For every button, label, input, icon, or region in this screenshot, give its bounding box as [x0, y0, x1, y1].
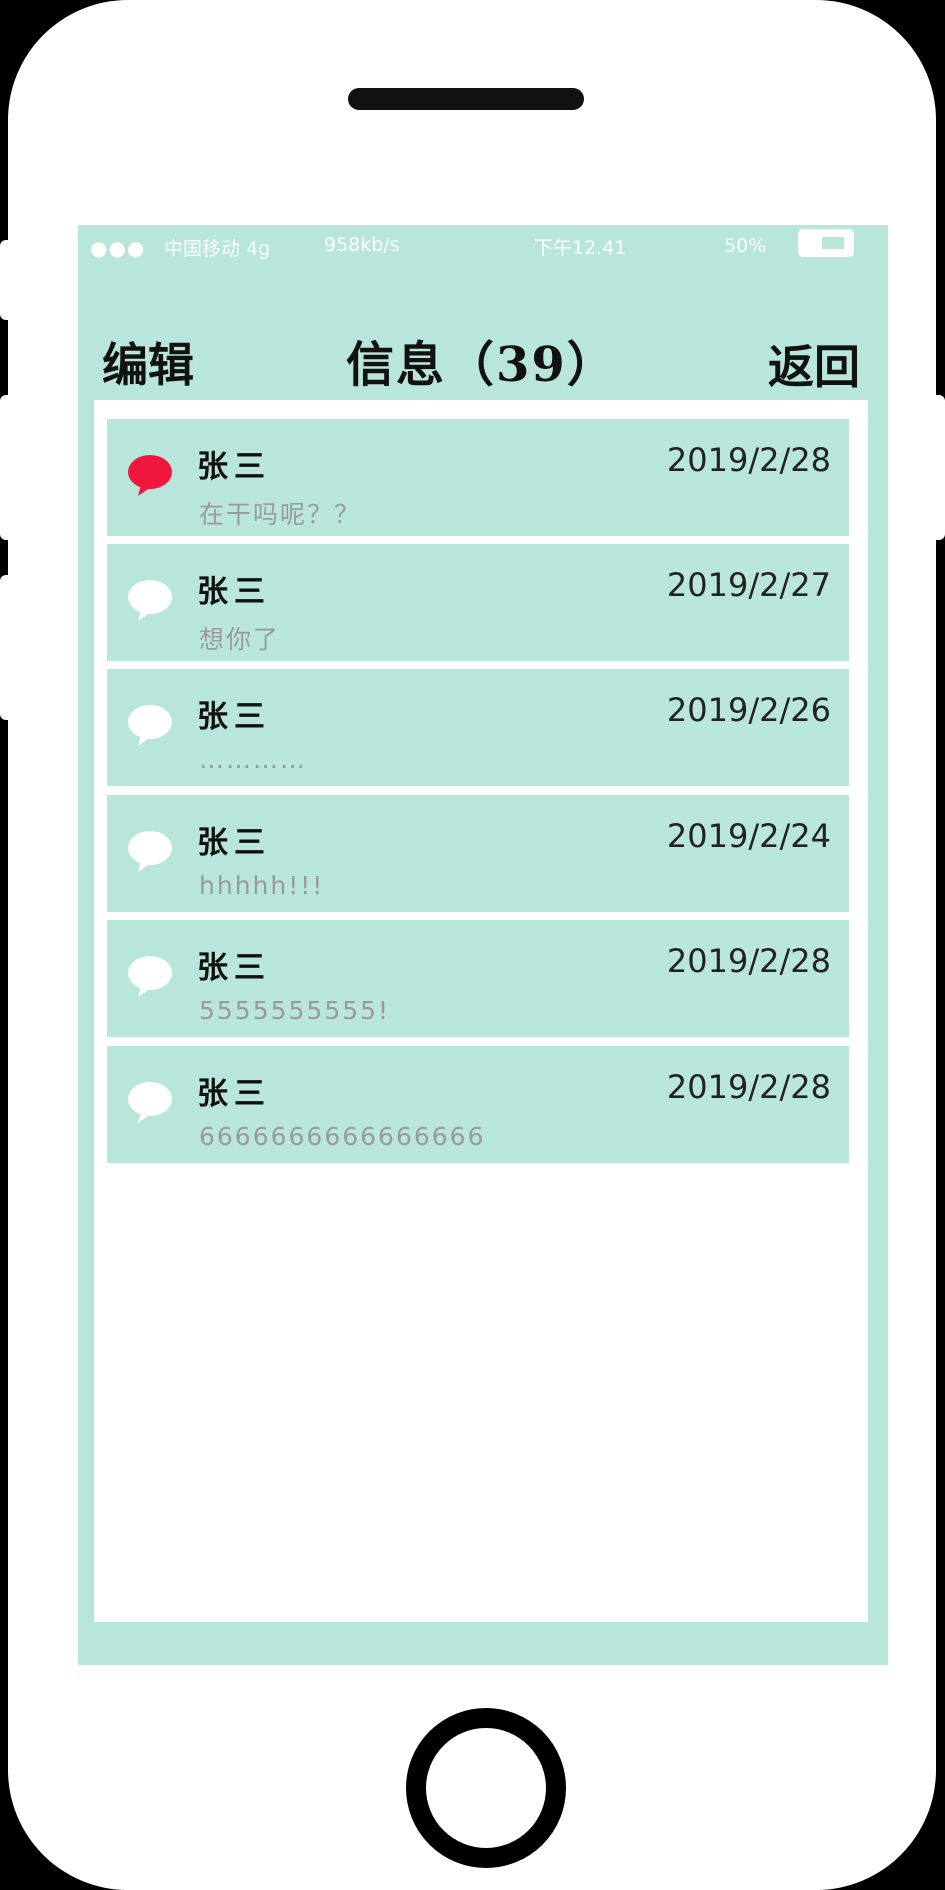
sender-name: 张三	[197, 950, 271, 986]
phone-frame: ●●● 中国移动 4g 958kb/s 下午12.41 50% 编辑 信息（39…	[8, 0, 936, 1890]
message-date: 2019/2/27	[666, 566, 831, 604]
message-date: 2019/2/28	[666, 441, 831, 479]
sender-name: 张三	[197, 449, 271, 485]
side-button-volume-up	[0, 395, 20, 540]
back-button[interactable]: 返回	[768, 331, 860, 397]
speech-bubble-icon	[128, 455, 172, 496]
battery-icon	[798, 229, 854, 257]
signal-dots: ●●●	[90, 236, 146, 260]
message-item[interactable]: 张三 2019/2/27 想你了	[107, 544, 849, 661]
message-preview: 想你了	[199, 625, 281, 654]
speaker-slot	[348, 88, 584, 110]
sender-name: 张三	[197, 1076, 271, 1112]
speech-bubble-icon	[128, 580, 172, 621]
sender-name: 张三	[197, 574, 271, 610]
side-button-power	[925, 395, 945, 540]
carrier-label: 中国移动 4g	[164, 238, 271, 260]
side-button-mute	[0, 240, 20, 320]
message-date: 2019/2/26	[666, 691, 831, 729]
status-time: 下午12.41	[534, 237, 627, 259]
message-preview: 5555555555!	[199, 996, 391, 1025]
screen: ●●● 中国移动 4g 958kb/s 下午12.41 50% 编辑 信息（39…	[78, 225, 888, 1665]
message-preview: …………	[199, 745, 307, 774]
message-list: 张三 2019/2/28 在干吗呢？？ 张三 2019/2/27 想你了 张三	[94, 400, 868, 1622]
header: 编辑 信息（39） 返回	[78, 315, 888, 395]
edit-button[interactable]: 编辑	[102, 329, 194, 395]
home-button[interactable]	[406, 1708, 566, 1868]
message-preview: 6666666666666666	[199, 1122, 486, 1151]
message-preview: hhhhh!!!	[199, 871, 325, 900]
message-date: 2019/2/24	[666, 817, 831, 855]
speech-bubble-icon	[128, 956, 172, 997]
status-bar: ●●● 中国移动 4g 958kb/s 下午12.41 50%	[78, 225, 888, 269]
message-date: 2019/2/28	[666, 942, 831, 980]
message-date: 2019/2/28	[666, 1068, 831, 1106]
sender-name: 张三	[197, 699, 271, 735]
network-speed: 958kb/s	[324, 234, 400, 256]
speech-bubble-icon	[128, 705, 172, 746]
speech-bubble-icon	[128, 1082, 172, 1123]
message-item[interactable]: 张三 2019/2/28 5555555555!	[107, 920, 849, 1037]
side-button-volume-down	[0, 575, 20, 720]
speech-bubble-icon	[128, 831, 172, 872]
message-item[interactable]: 张三 2019/2/28 在干吗呢？？	[107, 419, 849, 536]
message-preview: 在干吗呢？？	[199, 500, 362, 529]
message-item[interactable]: 张三 2019/2/24 hhhhh!!!	[107, 795, 849, 912]
message-item[interactable]: 张三 2019/2/26 …………	[107, 669, 849, 786]
page-title: 信息（39）	[346, 337, 617, 393]
battery-percent: 50%	[724, 235, 767, 257]
message-item[interactable]: 张三 2019/2/28 6666666666666666	[107, 1046, 849, 1163]
sender-name: 张三	[197, 825, 271, 861]
